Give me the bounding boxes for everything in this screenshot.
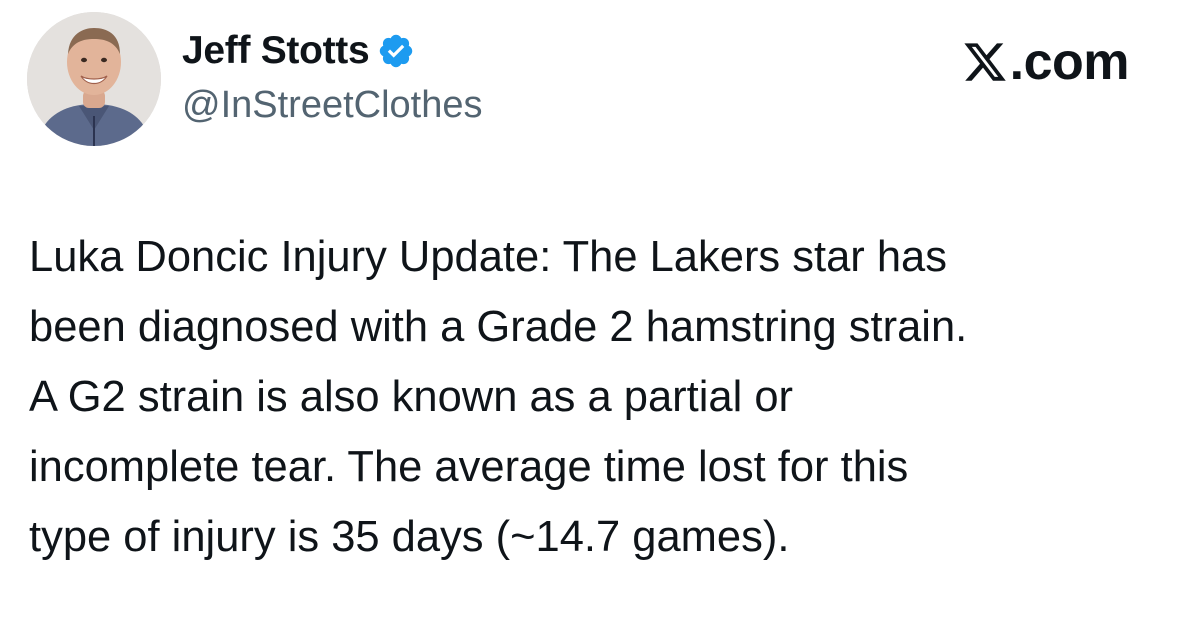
author-block: Jeff Stotts @InStreetClothes: [182, 26, 483, 127]
name-row: Jeff Stotts: [182, 26, 483, 76]
verified-badge-icon: [377, 32, 415, 70]
tweet-card: Jeff Stotts @InStreetClothes .com Luka D…: [0, 0, 1179, 627]
tweet-line: Luka Doncic Injury Update: The Lakers st…: [29, 233, 948, 281]
profile-photo-icon: [27, 12, 161, 146]
tweet-line: A G2 strain is also known as a partial o…: [29, 373, 794, 421]
tweet-line: incomplete tear. The average time lost f…: [29, 443, 909, 491]
x-logo-icon: [962, 39, 1008, 85]
tweet-line: type of injury is 35 days (~14.7 games).: [29, 513, 790, 561]
user-handle[interactable]: @InStreetClothes: [182, 84, 483, 127]
display-name[interactable]: Jeff Stotts: [182, 29, 370, 73]
tweet-body: Luka Doncic Injury Update: The Lakers st…: [29, 222, 1149, 572]
brand-suffix: .com: [1009, 33, 1130, 91]
brand-logo: .com: [962, 32, 1130, 92]
avatar[interactable]: [27, 12, 161, 146]
tweet-line: been diagnosed with a Grade 2 hamstring …: [29, 303, 968, 351]
